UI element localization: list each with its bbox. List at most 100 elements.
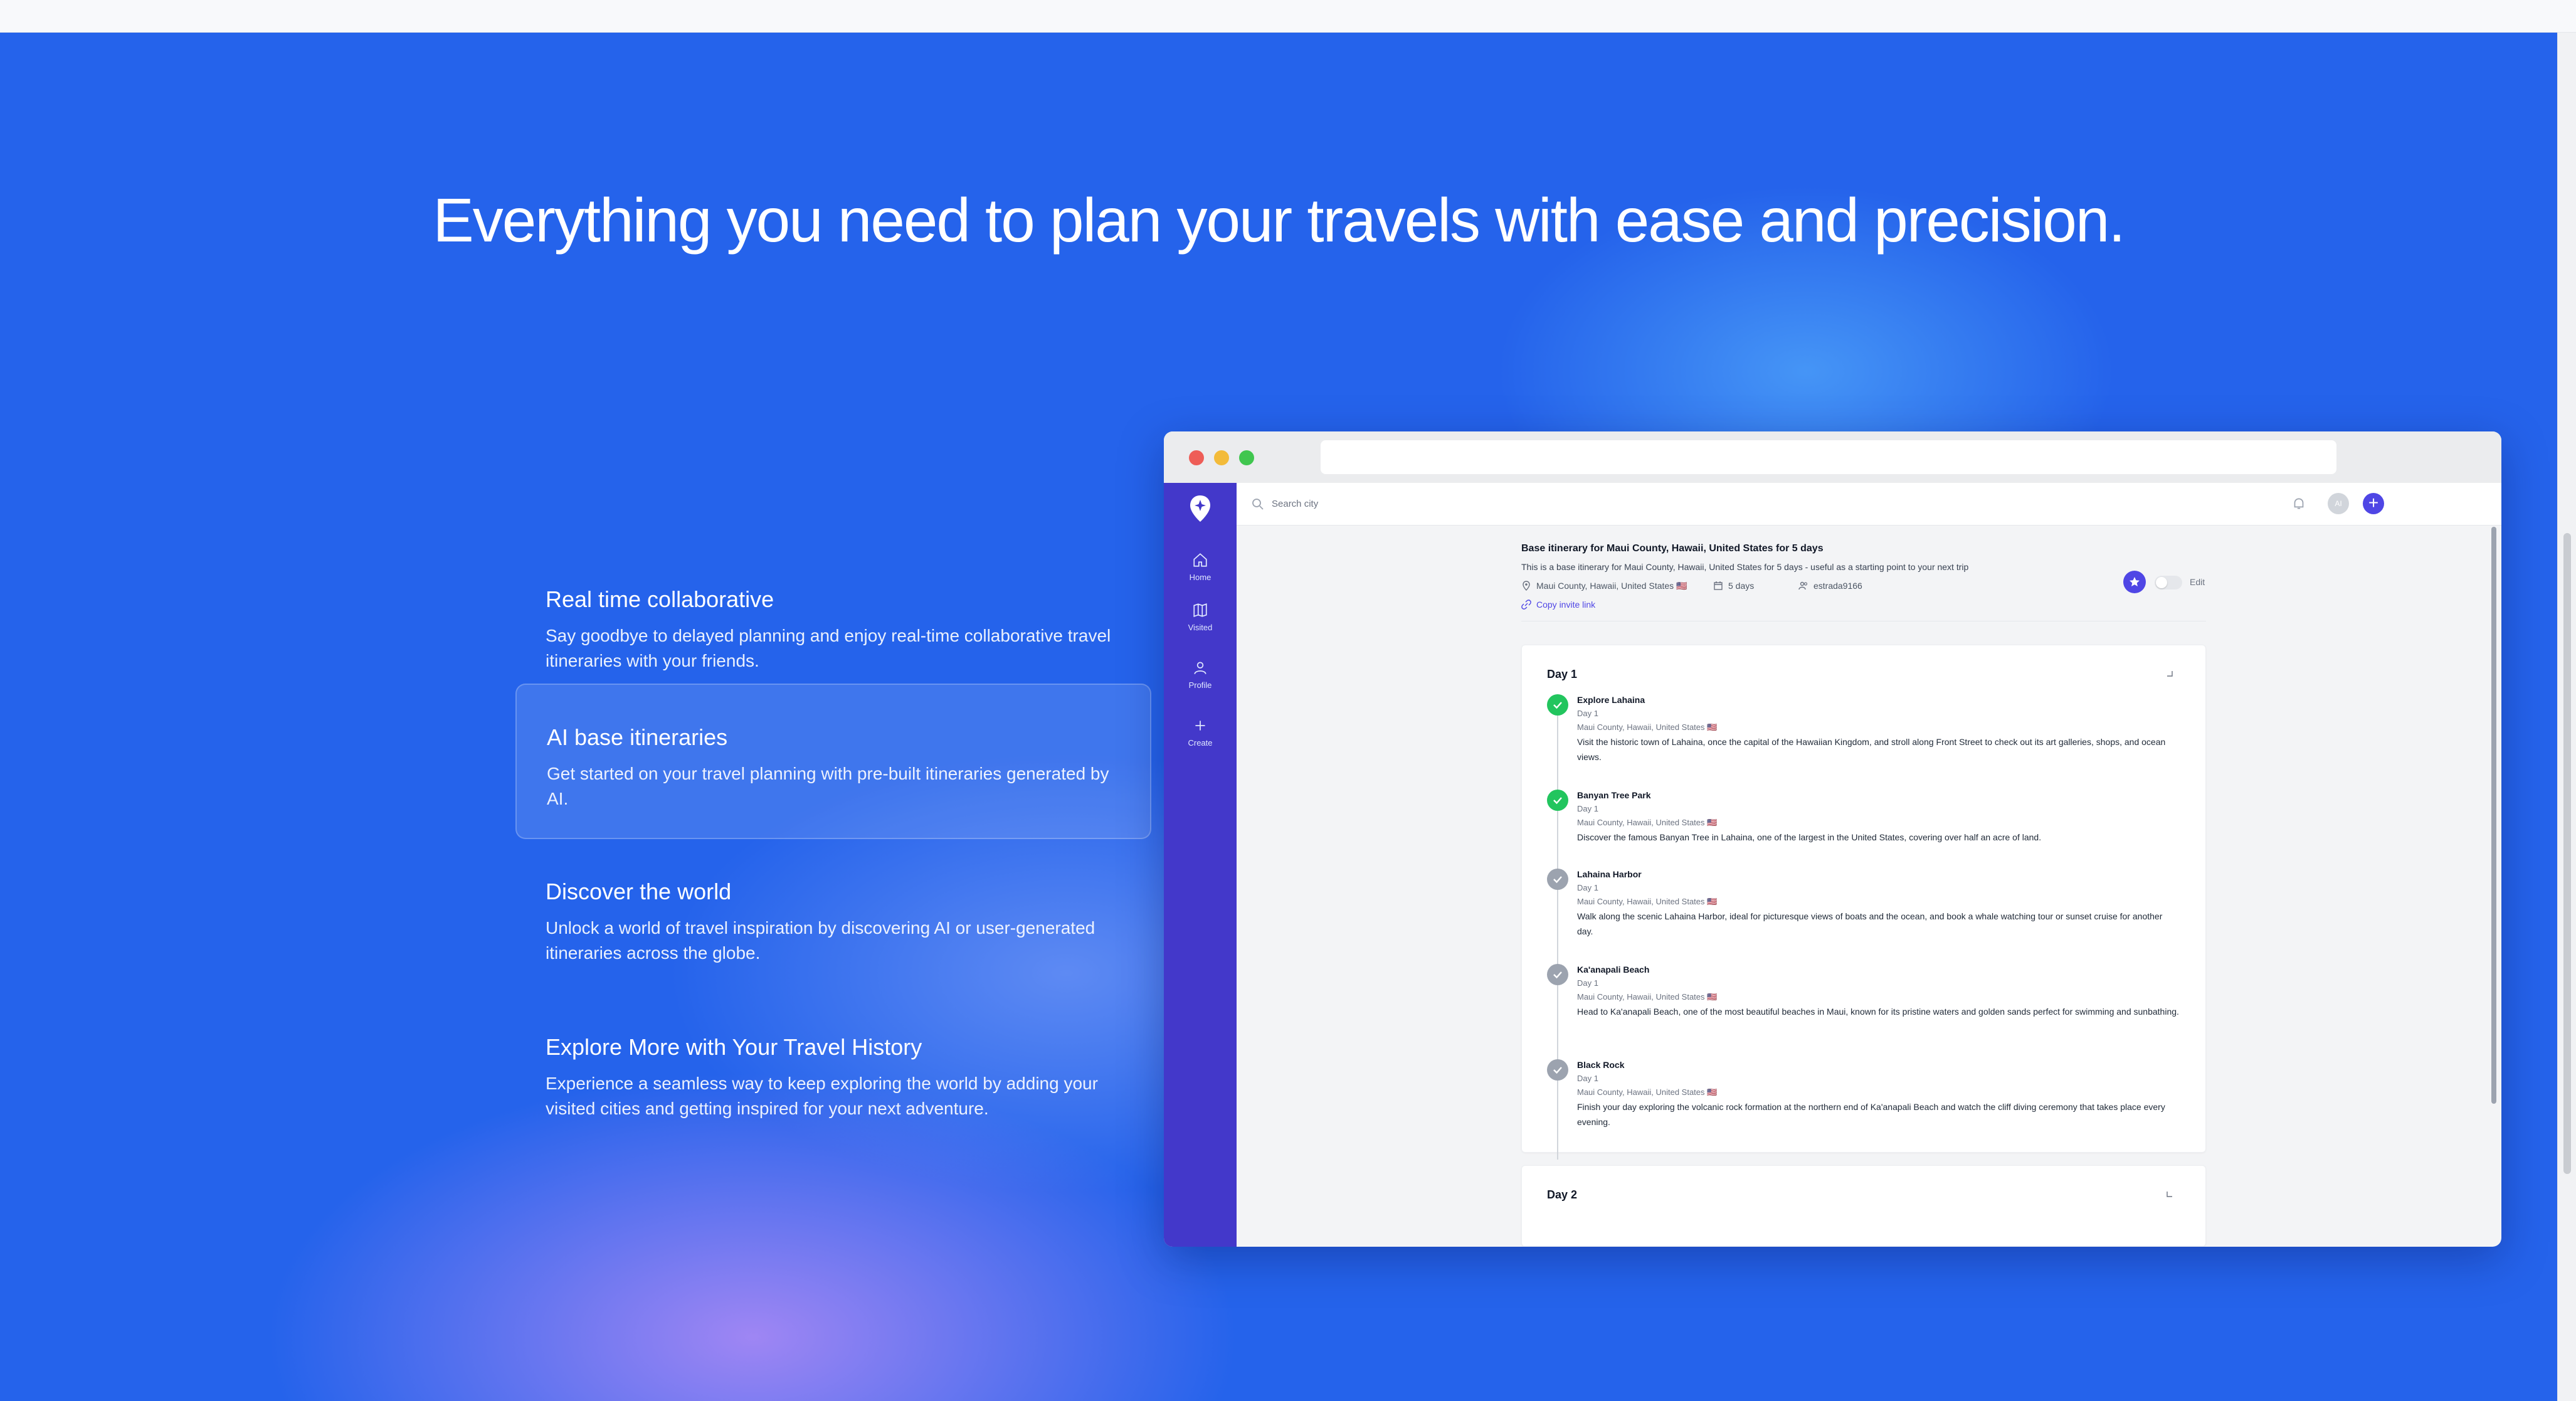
calendar-icon bbox=[1714, 581, 1723, 590]
feature-travel-history[interactable]: Explore More with Your Travel History Ex… bbox=[515, 995, 1151, 1150]
activity-description: Head to Ka'anapali Beach, one of the mos… bbox=[1577, 1007, 2179, 1017]
activity-location: Maui County, Hawaii, United States 🇺🇸 bbox=[1577, 722, 1718, 732]
trip-location: Maui County, Hawaii, United States 🇺🇸 bbox=[1521, 581, 1687, 591]
feature-ai-itineraries[interactable]: AI base itineraries Get started on your … bbox=[515, 684, 1151, 839]
activity-item[interactable]: Banyan Tree Park Day 1 Maui County, Hawa… bbox=[1547, 788, 2180, 851]
activity-item[interactable]: Black Rock Day 1 Maui County, Hawaii, Un… bbox=[1547, 1058, 2180, 1133]
check-icon bbox=[1553, 876, 1562, 884]
address-bar bbox=[1321, 440, 2336, 474]
feature-description: Get started on your travel planning with… bbox=[547, 764, 1109, 808]
feature-title: AI base itineraries bbox=[547, 724, 728, 750]
feature-title: Explore More with Your Travel History bbox=[546, 1034, 922, 1060]
favorite-button[interactable] bbox=[2123, 571, 2146, 593]
nav-label: Create bbox=[1188, 738, 1213, 748]
features-section: Everything you need to plan your travels… bbox=[0, 33, 2557, 1401]
activity-description: Finish your day exploring the volcanic r… bbox=[1577, 1102, 2165, 1127]
activity-description: Visit the historic town of Lahaina, once… bbox=[1577, 737, 2166, 762]
pending-status[interactable] bbox=[1547, 1059, 1568, 1081]
activity-location: Maui County, Hawaii, United States 🇺🇸 bbox=[1577, 992, 1718, 1002]
trip-duration-text: 5 days bbox=[1728, 581, 1755, 591]
activity-location: Maui County, Hawaii, United States 🇺🇸 bbox=[1577, 897, 1718, 906]
nav-visited[interactable]: Visited bbox=[1164, 602, 1237, 633]
map-pin-logo-icon bbox=[1190, 495, 1210, 522]
pending-status[interactable] bbox=[1547, 964, 1568, 985]
check-icon bbox=[1553, 971, 1562, 979]
page-scrollbar[interactable] bbox=[2557, 33, 2576, 1401]
nav-create[interactable]: Create bbox=[1164, 717, 1237, 749]
edit-label: Edit bbox=[2190, 577, 2205, 587]
activity-name: Ka'anapali Beach bbox=[1577, 965, 1650, 975]
close-dot-icon bbox=[1189, 450, 1204, 465]
activity-name: Black Rock bbox=[1577, 1060, 1625, 1070]
copy-invite-label: Copy invite link bbox=[1536, 600, 1596, 610]
content-scrollbar[interactable] bbox=[2491, 527, 2496, 1104]
check-icon bbox=[1553, 1067, 1562, 1074]
activity-name: Lahaina Harbor bbox=[1577, 869, 1642, 879]
feature-title: Real time collaborative bbox=[546, 586, 774, 612]
activity-location: Maui County, Hawaii, United States 🇺🇸 bbox=[1577, 818, 1718, 827]
location-pin-icon bbox=[1523, 581, 1530, 591]
nav-label: Visited bbox=[1188, 623, 1213, 632]
section-headline: Everything you need to plan your travels… bbox=[433, 186, 2125, 255]
edit-toggle[interactable] bbox=[2155, 576, 2182, 589]
feature-real-time-collaborative[interactable]: Real time collaborative Say goodbye to d… bbox=[515, 547, 1151, 702]
collapse-icon[interactable] bbox=[2165, 669, 2174, 678]
nav-home[interactable]: Home bbox=[1164, 552, 1237, 583]
create-button[interactable]: + bbox=[2363, 493, 2384, 514]
users-icon bbox=[1798, 581, 1808, 590]
activity-location: Maui County, Hawaii, United States 🇺🇸 bbox=[1577, 1087, 1718, 1097]
day-title: Day 2 bbox=[1547, 1188, 1578, 1201]
plus-icon bbox=[1195, 721, 1205, 731]
link-icon bbox=[1521, 600, 1531, 610]
activity-description: Discover the famous Banyan Tree in Lahai… bbox=[1577, 832, 2042, 842]
search-input[interactable]: Search city bbox=[1272, 499, 1318, 509]
feature-description: Experience a seamless way to keep explor… bbox=[546, 1074, 1098, 1118]
check-icon bbox=[1553, 797, 1562, 805]
map-icon bbox=[1193, 603, 1207, 617]
user-icon bbox=[1194, 662, 1206, 675]
completed-status[interactable] bbox=[1547, 790, 1568, 811]
trip-duration: 5 days bbox=[1713, 581, 1754, 591]
activity-item[interactable]: Explore Lahaina Day 1 Maui County, Hawai… bbox=[1547, 693, 2180, 768]
pending-status[interactable] bbox=[1547, 869, 1568, 890]
copy-invite-link[interactable]: Copy invite link bbox=[1521, 600, 1595, 610]
feature-title: Discover the world bbox=[546, 879, 732, 904]
trip-author-text: estrada9166 bbox=[1813, 581, 1862, 591]
feature-description: Say goodbye to delayed planning and enjo… bbox=[546, 626, 1111, 670]
feature-discover-world[interactable]: Discover the world Unlock a world of tra… bbox=[515, 839, 1151, 995]
trip-title: Base itinerary for Maui County, Hawaii, … bbox=[1521, 543, 1824, 554]
home-icon bbox=[1193, 553, 1207, 567]
activity-day: Day 1 bbox=[1577, 804, 1598, 813]
check-icon bbox=[1553, 702, 1562, 709]
activity-day: Day 1 bbox=[1577, 883, 1598, 892]
app-topbar: Search city AI + bbox=[1237, 483, 2501, 526]
app-sidebar: Home Visited Profile Create bbox=[1164, 483, 1237, 1247]
activity-item[interactable]: Ka'anapali Beach Day 1 Maui County, Hawa… bbox=[1547, 963, 2180, 1038]
activity-day: Day 1 bbox=[1577, 709, 1598, 718]
window-titlebar bbox=[1164, 431, 2501, 483]
activity-item[interactable]: Lahaina Harbor Day 1 Maui County, Hawaii… bbox=[1547, 867, 2180, 943]
completed-status[interactable] bbox=[1547, 694, 1568, 716]
expand-icon[interactable] bbox=[2165, 1190, 2174, 1198]
avatar[interactable]: AI bbox=[2328, 493, 2349, 514]
nav-profile[interactable]: Profile bbox=[1164, 660, 1237, 691]
activity-description: Walk along the scenic Lahaina Harbor, id… bbox=[1577, 911, 2163, 936]
maximize-dot-icon bbox=[1239, 450, 1254, 465]
day-card: Day 1 Explore Lahaina Day 1 Maui County,… bbox=[1521, 645, 2206, 1160]
trip-location-text: Maui County, Hawaii, United States 🇺🇸 bbox=[1536, 581, 1687, 591]
app-preview-window: Home Visited Profile Create Search city … bbox=[1164, 431, 2501, 1247]
nav-label: Profile bbox=[1188, 680, 1212, 690]
nav-label: Home bbox=[1189, 573, 1211, 582]
activity-day: Day 1 bbox=[1577, 1074, 1598, 1083]
activity-name: Banyan Tree Park bbox=[1577, 790, 1651, 800]
trip-description: This is a base itinerary for Maui County… bbox=[1521, 562, 1969, 572]
day-title: Day 1 bbox=[1547, 668, 1578, 680]
bell-icon[interactable] bbox=[2291, 495, 2307, 512]
page-scrollbar-thumb[interactable] bbox=[2563, 533, 2571, 1174]
activity-day: Day 1 bbox=[1577, 978, 1598, 988]
trip-author: estrada9166 bbox=[1798, 581, 1862, 591]
activity-name: Explore Lahaina bbox=[1577, 695, 1645, 705]
minimize-dot-icon bbox=[1214, 450, 1229, 465]
search-icon bbox=[1252, 499, 1264, 510]
star-icon bbox=[2130, 577, 2140, 586]
